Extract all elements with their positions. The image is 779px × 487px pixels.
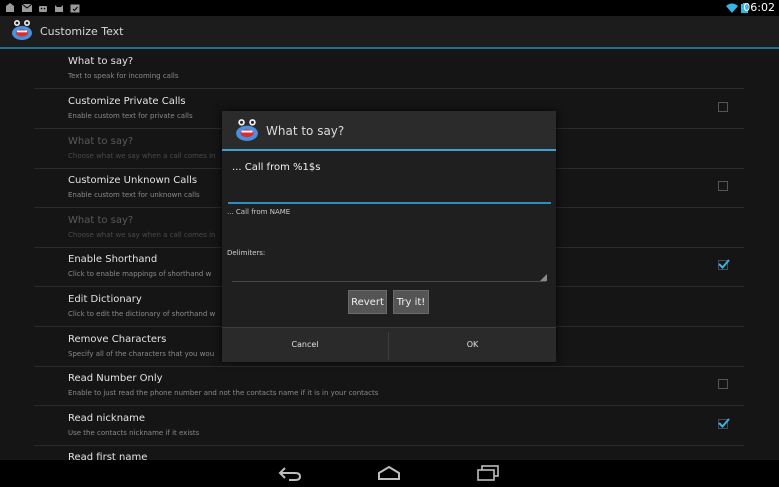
setting-read-first-name[interactable]: Read first name: [34, 445, 744, 460]
setting-summary: Click to edit the dictionary of shorthan…: [68, 310, 216, 318]
gmail-icon: [22, 3, 32, 12]
home-icon[interactable]: [377, 466, 401, 481]
setting-summary: Click to enable mappings of shorthand w: [68, 270, 212, 278]
setting-title: What to say?: [68, 136, 134, 147]
dialog-footer: Cancel OK: [222, 327, 556, 362]
page-title: Customize Text: [40, 25, 124, 38]
setting-title: What to say?: [68, 56, 134, 67]
setting-title: Read nickname: [68, 413, 146, 424]
private-calls-checkbox[interactable]: [718, 102, 728, 112]
unknown-calls-checkbox[interactable]: [718, 181, 728, 191]
setting-summary: Choose what we say when a call comes in: [68, 231, 216, 239]
setting-summary: Enable to just read the phone number and…: [68, 389, 379, 397]
setting-summary: Enable custom text for private calls: [68, 112, 193, 120]
setting-summary: Text to speak for incoming calls: [68, 72, 179, 80]
back-icon[interactable]: [278, 466, 302, 481]
revert-button[interactable]: Revert: [348, 290, 387, 314]
photo-icon: [6, 3, 14, 12]
delimiters-input[interactable]: [232, 281, 546, 282]
setting-summary: Enable custom text for unknown calls: [68, 191, 200, 199]
input-underline: [228, 202, 551, 204]
setting-summary: Choose what we say when a call comes in: [68, 152, 216, 160]
dialog-title: What to say?: [266, 124, 345, 138]
android-icon: [39, 6, 47, 12]
status-time: 06:02: [743, 1, 775, 14]
nickname-checkbox[interactable]: [718, 418, 730, 429]
action-bar: Customize Text: [0, 16, 779, 47]
setting-read-nickname[interactable]: Read nickname Use the contacts nickname …: [34, 406, 744, 446]
preview-text: ... Call from NAME: [227, 208, 291, 216]
cat-icon: [55, 5, 63, 12]
setting-what-to-say[interactable]: What to say? Text to speak for incoming …: [34, 49, 744, 89]
setting-summary: Use the contacts nickname if it exists: [68, 429, 200, 437]
wifi-icon: [726, 3, 738, 13]
what-to-say-dialog: What to say? ... Call from %1$s ... Call…: [222, 111, 556, 362]
app-icon[interactable]: [11, 19, 33, 41]
navigation-bar: [0, 460, 779, 487]
ok-button[interactable]: OK: [389, 328, 556, 362]
delimiters-label: Delimiters:: [227, 249, 266, 257]
input-corner-icon: [540, 274, 547, 281]
setting-title: Read Number Only: [68, 373, 163, 384]
setting-title: Remove Characters: [68, 334, 167, 345]
setting-title: Edit Dictionary: [68, 294, 142, 305]
dialog-body: ... Call from %1$s ... Call from NAME De…: [222, 151, 556, 327]
dialog-header: What to say?: [222, 111, 556, 149]
setting-title: Customize Unknown Calls: [68, 175, 198, 186]
check-icon: [718, 418, 730, 428]
setting-read-number-only[interactable]: Read Number Only Enable to just read the…: [34, 366, 744, 406]
shorthand-checkbox[interactable]: [718, 259, 730, 270]
calendar-icon: [70, 4, 80, 13]
try-it-button[interactable]: Try it!: [393, 290, 429, 314]
check-icon: [718, 259, 730, 269]
recents-icon[interactable]: [476, 465, 500, 481]
setting-title: Customize Private Calls: [68, 96, 186, 107]
cancel-button[interactable]: Cancel: [222, 328, 388, 362]
setting-title: What to say?: [68, 215, 134, 226]
setting-title: Read first name: [68, 452, 148, 460]
app-icon: [236, 119, 258, 141]
what-to-say-input[interactable]: ... Call from %1$s: [232, 162, 320, 173]
read-number-checkbox[interactable]: [718, 379, 728, 389]
setting-title: Enable Shorthand: [68, 254, 158, 265]
status-bar: 06:02: [0, 0, 779, 16]
setting-summary: Specify all of the characters that you w…: [68, 350, 215, 358]
